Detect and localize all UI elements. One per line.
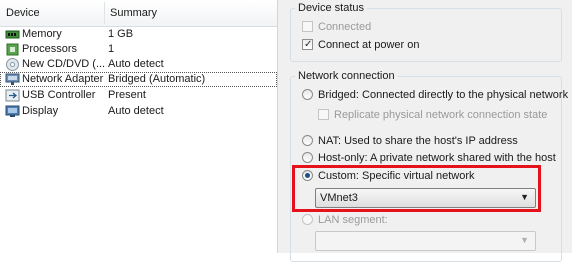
lan-segment-radio-circle[interactable] [302, 214, 313, 225]
network-connection-title: Network connection [298, 70, 395, 82]
device-list-header: Device Summary [0, 0, 277, 27]
device-name: USB Controller [22, 89, 96, 101]
display-icon [5, 105, 20, 117]
dropdown-arrow-icon: ▼ [520, 235, 529, 245]
checkmark-icon: ✓ [304, 39, 313, 50]
connected-label: Connected [318, 21, 372, 33]
host-only-radio[interactable]: Host-only: A private network shared with… [302, 152, 556, 165]
column-header-device[interactable]: Device [6, 7, 40, 19]
column-header-summary[interactable]: Summary [110, 7, 157, 19]
device-summary: 1 GB [108, 28, 134, 40]
replicate-state-box[interactable] [318, 109, 329, 120]
device-status-title: Device status [298, 2, 365, 14]
device-name: New CD/DVD (... [22, 58, 106, 70]
device-summary: Present [108, 89, 146, 101]
column-separator[interactable] [104, 2, 105, 24]
device-summary: Auto detect [108, 58, 164, 70]
bridged-radio-circle[interactable] [302, 89, 313, 100]
device-summary: 1 [108, 43, 115, 55]
device-row-usb-controller[interactable]: USB Controller Present [0, 88, 277, 103]
highlight-annotation-box [292, 165, 541, 212]
host-only-label: Host-only: A private network shared with… [318, 152, 556, 164]
connect-at-power-on-checkbox[interactable]: ✓ Connect at power on [302, 39, 502, 52]
processor-icon [6, 43, 19, 56]
nat-label: NAT: Used to share the host's IP address [318, 135, 518, 147]
network-settings-panel: Device status Connected ✓ Connect at pow… [278, 0, 572, 262]
device-name: Memory [22, 28, 62, 40]
device-row-cd-dvd[interactable]: New CD/DVD (... Auto detect [0, 57, 277, 72]
device-name: Display [22, 105, 59, 117]
replicate-state-checkbox[interactable]: Replicate physical network connection st… [318, 109, 547, 122]
bridged-label: Bridged: Connected directly to the physi… [318, 89, 569, 101]
lan-segment-select[interactable]: ▼ [315, 231, 536, 251]
device-list-panel: Device Summary Memory 1 GB Processors 1 … [0, 0, 278, 253]
nat-radio[interactable]: NAT: Used to share the host's IP address [302, 135, 542, 148]
lan-segment-label: LAN segment: [318, 214, 388, 226]
device-name: Network Adapter [22, 73, 104, 85]
device-summary: Auto detect [108, 105, 164, 117]
device-name: Processors [22, 43, 78, 55]
network-adapter-icon [5, 73, 20, 85]
memory-icon [5, 30, 20, 39]
device-row-memory[interactable]: Memory 1 GB [0, 27, 277, 42]
connect-at-power-on-box[interactable]: ✓ [302, 39, 313, 50]
bridged-radio[interactable]: Bridged: Connected directly to the physi… [302, 89, 568, 102]
device-row-network-adapter[interactable]: Network Adapter Bridged (Automatic) [0, 72, 277, 87]
cd-dvd-icon [6, 58, 19, 71]
connect-at-power-on-label: Connect at power on [318, 39, 420, 51]
connected-checkbox[interactable]: Connected [302, 21, 502, 34]
usb-icon [5, 89, 20, 102]
host-only-radio-circle[interactable] [302, 152, 313, 163]
device-summary: Bridged (Automatic) [108, 73, 206, 85]
device-row-display[interactable]: Display Auto detect [0, 104, 277, 119]
lan-segment-radio[interactable]: LAN segment: [302, 214, 442, 227]
replicate-state-label: Replicate physical network connection st… [334, 109, 548, 121]
device-row-processors[interactable]: Processors 1 [0, 42, 277, 57]
nat-radio-circle[interactable] [302, 135, 313, 146]
connected-checkbox-box[interactable] [302, 21, 313, 32]
